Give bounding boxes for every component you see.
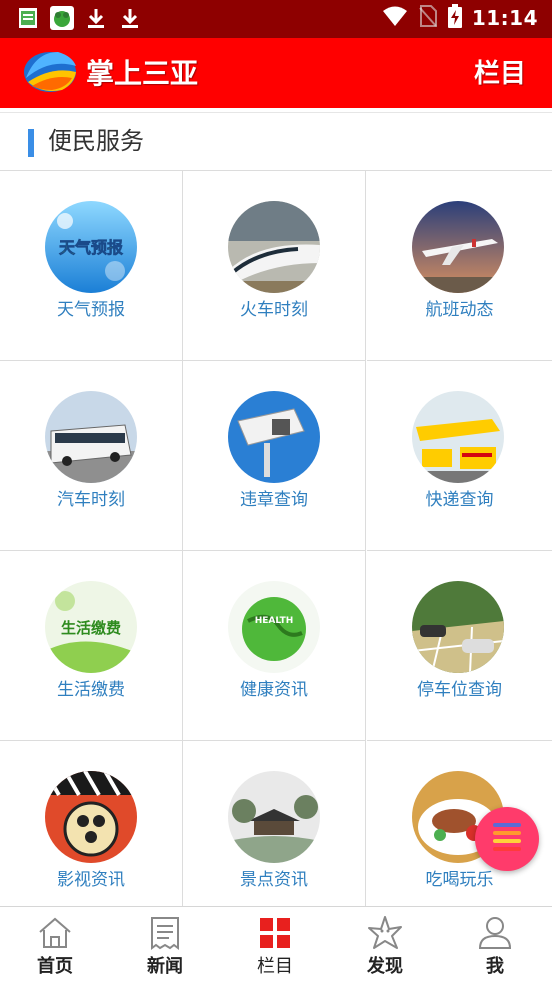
service-grid: 天气预报 天气预报 火车时刻 航班动态 汽车时刻 违章查询 快递查询 生活缴费 … xyxy=(0,170,552,907)
film-reel-icon xyxy=(45,771,137,863)
battery-charging-icon xyxy=(447,4,462,32)
service-label: 影视资讯 xyxy=(57,870,125,890)
starfish-icon xyxy=(367,915,403,951)
nav-label: 新闻 xyxy=(147,956,183,977)
pavilion-icon xyxy=(228,771,320,863)
menu-line xyxy=(493,823,521,827)
service-label: 景点资讯 xyxy=(240,870,308,890)
service-label: 违章查询 xyxy=(240,490,308,510)
menu-line xyxy=(493,831,521,835)
service-health[interactable]: HEALTH 健康资讯 xyxy=(183,551,366,741)
nav-columns[interactable]: 栏目 xyxy=(220,907,330,984)
section-title: 便民服务 xyxy=(48,127,144,155)
service-express[interactable]: 快递查询 xyxy=(367,361,552,551)
delivery-truck-icon xyxy=(412,391,504,483)
app-title: 掌上三亚 xyxy=(86,57,199,90)
download-icon xyxy=(84,6,108,30)
nav-label: 我 xyxy=(486,956,504,977)
service-utility-payment[interactable]: 生活缴费 生活缴费 xyxy=(0,551,183,741)
download-icon xyxy=(118,6,142,30)
service-label: 火车时刻 xyxy=(240,300,308,320)
service-bus[interactable]: 汽车时刻 xyxy=(0,361,183,551)
utility-image-text: 生活缴费 xyxy=(61,619,121,637)
service-label: 汽车时刻 xyxy=(57,490,125,510)
nav-label: 栏目 xyxy=(257,956,293,977)
service-label: 健康资讯 xyxy=(240,680,308,700)
frog-icon xyxy=(50,6,74,30)
service-label: 天气预报 xyxy=(57,300,125,320)
service-traffic-violation[interactable]: 违章查询 xyxy=(183,361,366,551)
train-icon xyxy=(228,201,320,293)
service-parking[interactable]: 停车位查询 xyxy=(367,551,552,741)
service-label: 航班动态 xyxy=(425,300,494,320)
nav-news[interactable]: 新闻 xyxy=(110,907,220,984)
traffic-camera-icon xyxy=(228,391,320,483)
wifi-icon xyxy=(382,5,408,31)
menu-line xyxy=(493,839,521,843)
columns-menu-button[interactable]: 栏目 xyxy=(474,54,526,94)
service-label: 生活缴费 xyxy=(57,680,125,700)
nav-me[interactable]: 我 xyxy=(440,907,550,984)
floating-menu-button[interactable] xyxy=(475,807,539,871)
nav-discover[interactable]: 发现 xyxy=(330,907,440,984)
service-label: 快递查询 xyxy=(425,490,494,510)
service-attractions[interactable]: 景点资讯 xyxy=(183,741,366,907)
service-label: 吃喝玩乐 xyxy=(425,870,494,890)
weather-image-text: 天气预报 xyxy=(59,238,123,257)
app-bar xyxy=(0,38,552,108)
app-logo xyxy=(22,48,78,94)
bottom-navigation: 首页 新闻 栏目 发现 我 xyxy=(0,906,552,984)
grid-icon xyxy=(257,915,293,951)
section-accent-bar xyxy=(28,129,34,157)
home-icon xyxy=(37,915,73,951)
status-bar: 11:14 xyxy=(0,0,552,38)
notes-icon xyxy=(16,6,40,30)
bus-icon xyxy=(45,391,137,483)
utility-payment-icon: 生活缴费 xyxy=(45,581,137,673)
news-icon xyxy=(147,915,183,951)
airplane-icon xyxy=(412,201,504,293)
status-bar-system: 11:14 xyxy=(382,4,538,32)
nav-label: 发现 xyxy=(367,956,403,977)
service-movies[interactable]: 影视资讯 xyxy=(0,741,183,907)
user-icon xyxy=(477,915,513,951)
service-flight[interactable]: 航班动态 xyxy=(367,171,552,361)
status-bar-notifications xyxy=(16,6,142,30)
service-label: 停车位查询 xyxy=(417,680,502,700)
health-globe-icon: HEALTH xyxy=(228,581,320,673)
weather-icon: 天气预报 xyxy=(45,201,137,293)
menu-line xyxy=(493,847,521,851)
parking-icon xyxy=(412,581,504,673)
nav-label: 首页 xyxy=(37,956,73,977)
nav-home[interactable]: 首页 xyxy=(0,907,110,984)
health-image-text: HEALTH xyxy=(255,616,294,626)
status-time: 11:14 xyxy=(471,6,538,30)
no-sim-icon xyxy=(418,4,438,32)
section-header: 便民服务 xyxy=(0,112,552,171)
service-weather[interactable]: 天气预报 天气预报 xyxy=(0,171,183,361)
service-train[interactable]: 火车时刻 xyxy=(183,171,366,361)
